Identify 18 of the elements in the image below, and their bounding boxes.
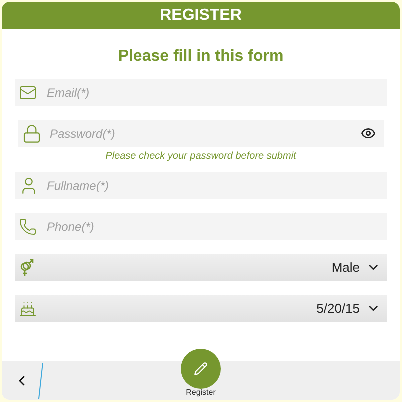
input-field[interactable]: Fullname(*): [15, 172, 387, 199]
phone-icon: [19, 218, 37, 236]
divider-line: [38, 362, 44, 398]
dropdown-field[interactable]: 5/20/15: [15, 295, 387, 322]
pencil-icon: [194, 362, 208, 376]
header-title: REGISTER: [160, 6, 242, 26]
lock-icon: [22, 124, 42, 144]
register-button[interactable]: [181, 349, 221, 389]
eye-icon[interactable]: [361, 126, 376, 141]
gender-icon: [19, 258, 35, 276]
mail-icon: [19, 84, 37, 102]
dropdown-field[interactable]: Male: [15, 254, 387, 281]
form-heading: Please fill in this form: [118, 47, 284, 67]
password-field[interactable]: Password(*): [18, 120, 384, 147]
input-field[interactable]: Email(*): [15, 79, 387, 106]
input-field[interactable]: Phone(*): [15, 213, 387, 240]
register-label: Register: [186, 387, 216, 399]
password-hint: Please check your password before submit: [106, 150, 296, 164]
